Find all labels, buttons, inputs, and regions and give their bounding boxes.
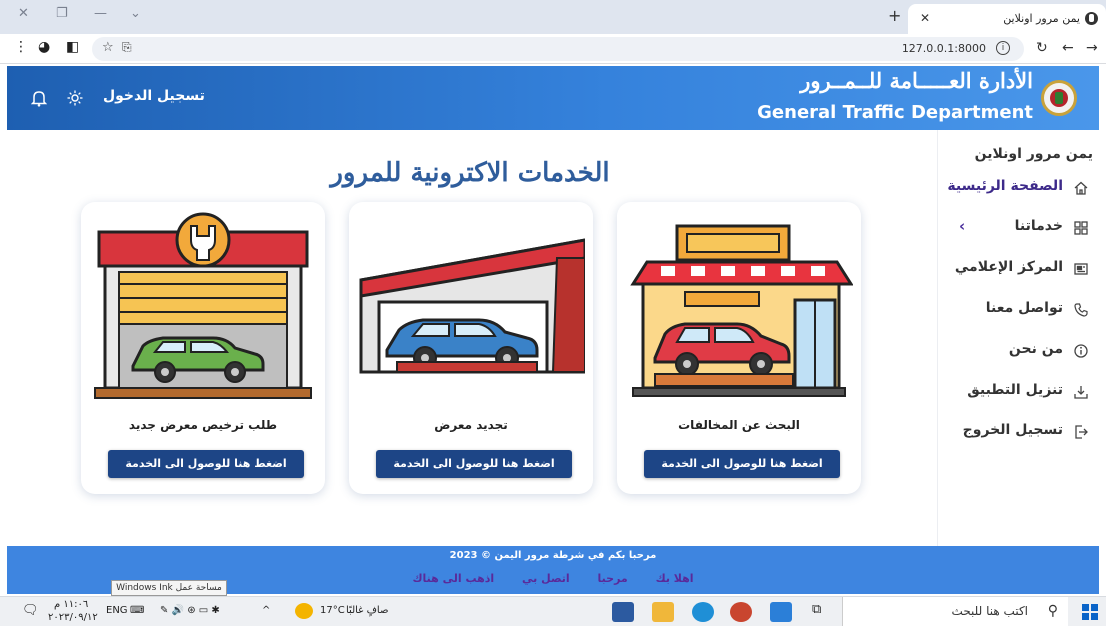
login-button[interactable]: تسجيل الدخول [103, 88, 205, 104]
windows-taskbar: اكتب هنا للبحث ⚲ ⧉ صافٍ غالبًا 17°C ^ ✎ … [0, 596, 1106, 626]
windows-ink-tooltip: مساحة عمل Windows Ink [111, 580, 227, 596]
chevron-icon[interactable]: ‹ [959, 217, 965, 235]
bookmark-star-icon[interactable]: ☆ [102, 40, 114, 55]
weather-moon-icon [295, 603, 313, 619]
forward-icon[interactable]: ← [1062, 40, 1074, 56]
search-icon: ⚲ [1047, 603, 1058, 619]
access-service-button[interactable]: اضغط هنا للوصول الى الخدمة [376, 450, 572, 478]
footer-link[interactable]: اتصل بي [522, 572, 570, 585]
edge-icon[interactable] [692, 602, 714, 622]
card-title: البحث عن المخالفات [678, 418, 800, 432]
sidebar-item-label: تواصل معنا [985, 300, 1063, 316]
service-card-new-showroom-license: طلب ترخيص معرض جديد اضغط هنا للوصول الى … [81, 202, 325, 494]
system-tray-icons[interactable]: ✎ 🔊 ⊛ ▭ ✱ [160, 605, 220, 616]
weather-text[interactable]: صافٍ غالبًا [346, 605, 388, 616]
access-service-button[interactable]: اضغط هنا للوصول الى الخدمة [108, 450, 304, 478]
service-card-showroom-renewal: تجديد معرض اضغط هنا للوصول الى الخدمة [349, 202, 593, 494]
page-title: الخدمات الاكترونية للمرور [330, 158, 610, 188]
tab-title: يمن مرور اونلاين [1003, 12, 1080, 25]
notification-bell-icon[interactable] [31, 89, 47, 107]
car-repair-shop-illustration [94, 212, 312, 399]
sidebar-item-contact[interactable]: تواصل معنا [935, 298, 1093, 322]
sidebar-toggle-icon[interactable]: ◧ [66, 39, 79, 55]
sidebar-item-media-center[interactable]: المركز الإعلامي [935, 257, 1093, 281]
chevron-up-icon[interactable]: ^ [262, 605, 270, 616]
phone-icon [1074, 303, 1088, 317]
sidebar-item-download-app[interactable]: تنزيل التطبيق [935, 380, 1093, 404]
home-icon [1074, 181, 1088, 195]
minimize-window-icon[interactable]: — [94, 6, 107, 21]
info-icon [1074, 344, 1088, 358]
footer-link[interactable]: اهلا بك [656, 572, 694, 585]
sidebar-item-home[interactable]: الصفحة الرئيسية [935, 176, 1093, 200]
browser-tab-bar: ✕ ❐ — ⌄ + ✕ يمن مرور اونلاين [0, 0, 1106, 34]
theme-sun-icon[interactable] [67, 90, 83, 106]
file-explorer-icon[interactable] [652, 602, 674, 622]
download-icon [1074, 386, 1088, 399]
site-header: الأدارة العـــــامة للــمــرور General T… [7, 66, 1099, 130]
sidebar-title: يمن مرور اونلاين [974, 146, 1093, 162]
newspaper-icon [1074, 263, 1088, 275]
header-title-arabic: الأدارة العـــــامة للــمــرور [800, 68, 1033, 93]
task-view-icon[interactable]: ⧉ [812, 602, 821, 617]
restore-window-icon[interactable]: ❐ [56, 6, 68, 21]
car-shop-illustration [630, 224, 853, 397]
notifications-icon[interactable]: 🗨 [22, 603, 39, 618]
omnibox[interactable]: ☆ ⎘ 127.0.0.1:8000 i [92, 37, 1024, 61]
sidebar-item-logout[interactable]: تسجيل الخروج [935, 420, 1093, 444]
profile-icon[interactable]: ◕ [38, 39, 50, 55]
traffic-department-logo [1041, 80, 1077, 116]
back-icon[interactable]: → [1086, 40, 1098, 56]
language-indicator[interactable]: ENG [106, 605, 128, 616]
access-service-button[interactable]: اضغط هنا للوصول الى الخدمة [644, 450, 840, 478]
sidebar-item-services[interactable]: ‹ خدماتنا [935, 216, 1093, 240]
address-bar-row: ⋮ ◕ ◧ ☆ ⎘ 127.0.0.1:8000 i ↻ ← → [0, 34, 1106, 64]
sidebar-item-label: من نحن [1008, 341, 1063, 357]
windows-start-icon[interactable] [1082, 604, 1098, 620]
sidebar-item-label: تنزيل التطبيق [967, 382, 1063, 398]
close-window-icon[interactable]: ✕ [18, 6, 29, 21]
url-text[interactable]: 127.0.0.1:8000 [902, 42, 986, 55]
sidebar-item-about[interactable]: من نحن [935, 339, 1093, 363]
card-title: تجديد معرض [434, 418, 508, 432]
sidebar-item-label: خدماتنا [1014, 218, 1063, 234]
taskbar-search-box[interactable]: اكتب هنا للبحث ⚲ [842, 597, 1068, 626]
card-title: طلب ترخيص معرض جديد [128, 418, 278, 432]
service-card-violations: البحث عن المخالفات اضغط هنا للوصول الى ا… [617, 202, 861, 494]
grid-icon [1074, 221, 1088, 235]
new-tab-button[interactable]: + [888, 6, 901, 25]
favicon-icon [1085, 12, 1098, 25]
taskbar-search-placeholder: اكتب هنا للبحث [951, 604, 1028, 618]
menu-dots-icon[interactable]: ⋮ [14, 39, 28, 55]
header-title-english: General Traffic Department [757, 102, 1033, 123]
clock-date[interactable]: ٢٠٢٣/٠٩/١٢ [48, 612, 98, 623]
sidebar-item-label: الصفحة الرئيسية [947, 178, 1063, 194]
site-info-icon[interactable]: i [996, 41, 1010, 55]
keyboard-icon[interactable]: ⌨ [130, 605, 144, 616]
app-icon[interactable] [730, 602, 752, 622]
reload-icon[interactable]: ↻ [1036, 40, 1048, 56]
browser-tab[interactable]: ✕ يمن مرور اونلاين [908, 4, 1106, 34]
tab-list-chevron-icon[interactable]: ⌄ [130, 6, 141, 21]
sidebar-item-label: تسجيل الخروج [962, 422, 1063, 438]
sidebar-item-label: المركز الإعلامي [954, 259, 1063, 275]
close-tab-icon[interactable]: ✕ [920, 11, 930, 25]
word-icon[interactable] [612, 602, 634, 622]
vscode-icon[interactable] [770, 602, 792, 622]
share-icon[interactable]: ⎘ [122, 40, 132, 55]
car-garage-illustration [359, 238, 585, 374]
sidebar: يمن مرور اونلاين الصفحة الرئيسية ‹ خدمات… [937, 130, 1099, 546]
temperature-text[interactable]: 17°C [320, 605, 345, 616]
clock-time[interactable]: ١١:٠٦ م [54, 599, 88, 610]
footer-link[interactable]: اذهب الى هناك [412, 572, 494, 585]
footer-message: مرحبا بكم في شرطة مرور اليمن © 2023 [449, 550, 657, 561]
logout-icon [1075, 425, 1088, 439]
footer-link[interactable]: مرحبا [598, 572, 628, 585]
